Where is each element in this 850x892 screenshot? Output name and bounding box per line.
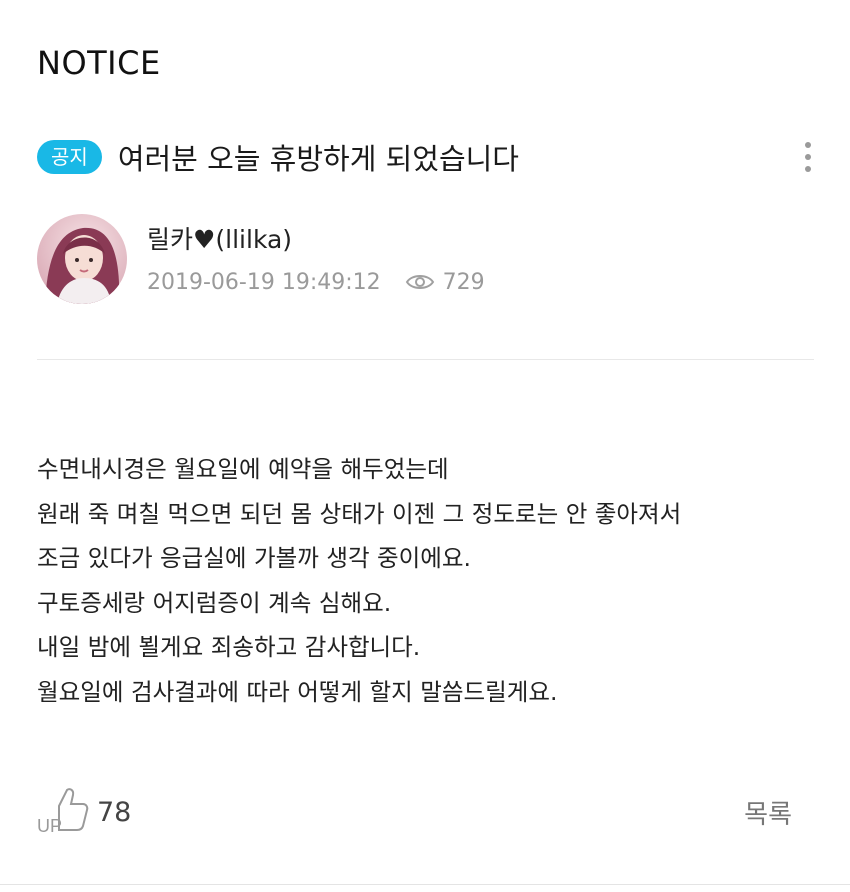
body-line: 원래 죽 며칠 먹으면 되던 몸 상태가 이젠 그 정도로는 안 좋아져서 — [37, 499, 682, 528]
post-title: 여러분 오늘 휴방하게 되었습니다 — [117, 142, 519, 176]
body-line: 내일 밤에 뵐게요 죄송하고 감사합니다. — [37, 633, 421, 661]
avatar-image — [37, 214, 127, 304]
thumbs-up-icon: UP — [37, 784, 89, 840]
post-datetime: 2019-06-19 19:49:12 — [147, 269, 381, 295]
author-row: 릴카♥(llilka) 2019-06-19 19:49:12 729 — [37, 214, 485, 304]
like-button[interactable]: UP 78 — [37, 784, 131, 840]
board-title: NOTICE — [37, 44, 161, 82]
body-line: 구토증세랑 어지럼증이 계속 심해요. — [37, 588, 392, 617]
body-line: 수면내시경은 월요일에 예약을 해두었는데 — [37, 455, 449, 483]
body-line: 조금 있다가 응급실에 가볼까 생각 중이에요. — [37, 544, 471, 572]
post-footer: UP 78 목록 — [37, 782, 792, 842]
avatar[interactable] — [37, 214, 127, 304]
post-body: 수면내시경은 월요일에 예약을 해두었는데 원래 죽 며칠 먹으면 되던 몸 상… — [37, 447, 810, 714]
svg-text:UP: UP — [37, 816, 62, 836]
notice-badge: 공지 — [37, 140, 102, 174]
bottom-divider — [0, 884, 850, 885]
eye-icon — [405, 272, 435, 292]
list-button[interactable]: 목록 — [744, 794, 792, 831]
body-line: 월요일에 검사결과에 따라 어떻게 할지 말씀드릴게요. — [37, 677, 558, 706]
post-header: 공지 여러분 오늘 휴방하게 되었습니다 — [37, 134, 820, 180]
more-vertical-icon — [805, 142, 811, 148]
divider — [37, 359, 814, 360]
like-count: 78 — [97, 796, 132, 828]
author-name[interactable]: 릴카♥(llilka) — [147, 220, 485, 256]
post-meta: 2019-06-19 19:49:12 729 — [147, 270, 485, 295]
more-options-button[interactable] — [796, 134, 820, 180]
view-count: 729 — [442, 269, 485, 295]
